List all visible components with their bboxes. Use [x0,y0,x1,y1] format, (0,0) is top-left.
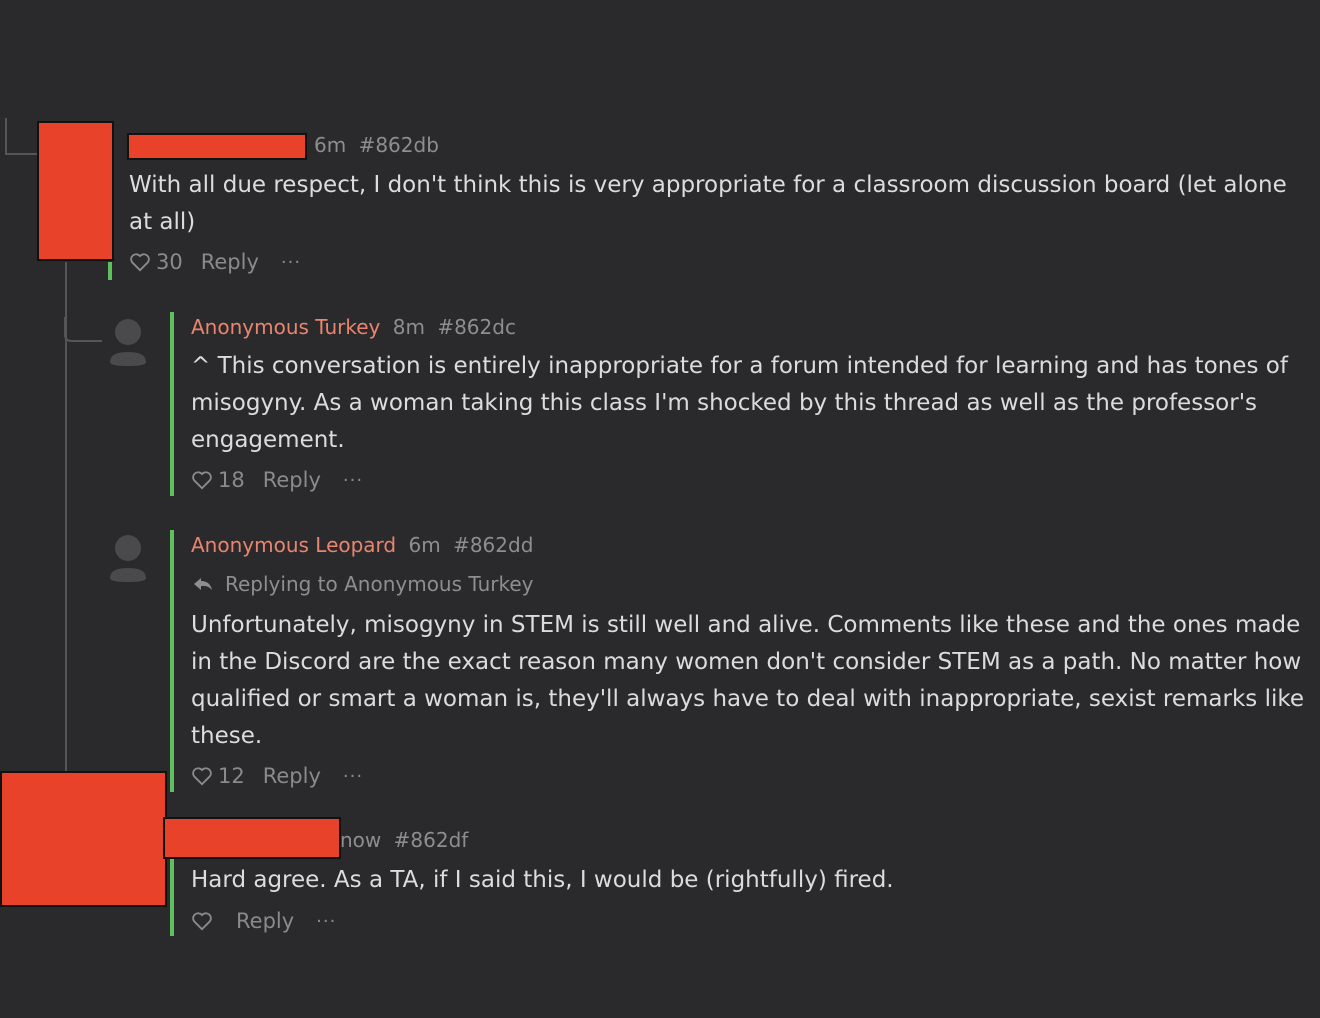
more-options-button[interactable]: ··· [343,470,363,491]
reply-button[interactable]: Reply [201,250,259,274]
like-count: 18 [218,468,245,492]
comment-id[interactable]: #862df [394,828,469,852]
like-count: 12 [218,764,245,788]
comment-actions: 18 Reply ··· [191,468,363,492]
avatar [110,319,146,366]
reply-button[interactable]: Reply [263,764,321,788]
comment-author[interactable]: Anonymous Turkey [191,315,380,339]
comment-accent-bar [108,262,112,280]
like-count: 30 [156,250,183,274]
comment-id[interactable]: #862dd [453,533,533,557]
comment-time: 6m [314,133,347,157]
comment-actions: 30 Reply ··· [129,250,301,274]
redacted-avatar [37,121,114,261]
comment-id[interactable]: #862dc [437,315,516,339]
comment-id[interactable]: #862db [359,133,439,157]
comment-accent-bar [170,312,174,496]
thread-connector-top [5,118,38,155]
thread-connector-reply [64,317,102,342]
heart-icon [192,767,212,786]
more-options-button[interactable]: ··· [281,252,301,273]
redacted-username [163,817,341,859]
comment-meta: 6m #862db [314,133,439,157]
like-button[interactable]: 18 [191,468,245,492]
replying-to[interactable]: Replying to Anonymous Turkey [191,572,533,596]
comment-time: now [340,828,382,852]
comment-actions: 12 Reply ··· [191,764,363,788]
comment-text: ^ This conversation is entirely inapprop… [191,353,1288,453]
comment-text: Unfortunately, misogyny in STEM is still… [191,612,1304,749]
comment-meta: now #862df [340,828,468,852]
reply-button[interactable]: Reply [263,468,321,492]
heart-icon [130,253,150,272]
like-button[interactable] [191,911,218,931]
comment-meta: Anonymous Turkey 8m #862dc [191,315,516,339]
reply-arrow-icon [194,578,212,590]
comment-time: 6m [408,533,441,557]
like-button[interactable]: 30 [129,250,183,274]
more-options-button[interactable]: ··· [316,911,336,932]
replying-to-label: Replying to Anonymous Turkey [225,572,534,596]
comment-actions: Reply ··· [191,909,336,933]
redacted-avatar [0,771,167,907]
redacted-username [127,133,307,160]
comment-time: 8m [392,315,425,339]
like-button[interactable]: 12 [191,764,245,788]
heart-icon [192,471,212,490]
comment-text: Hard agree. As a TA, if I said this, I w… [191,867,894,893]
comment-author[interactable]: Anonymous Leopard [191,533,396,557]
comment-accent-bar [170,530,174,792]
more-options-button[interactable]: ··· [343,766,363,787]
comment-text: With all due respect, I don't think this… [129,172,1287,235]
avatar [110,535,146,582]
reply-button[interactable]: Reply [236,909,294,933]
heart-icon [192,912,212,931]
comment-meta: Anonymous Leopard 6m #862dd [191,533,533,557]
